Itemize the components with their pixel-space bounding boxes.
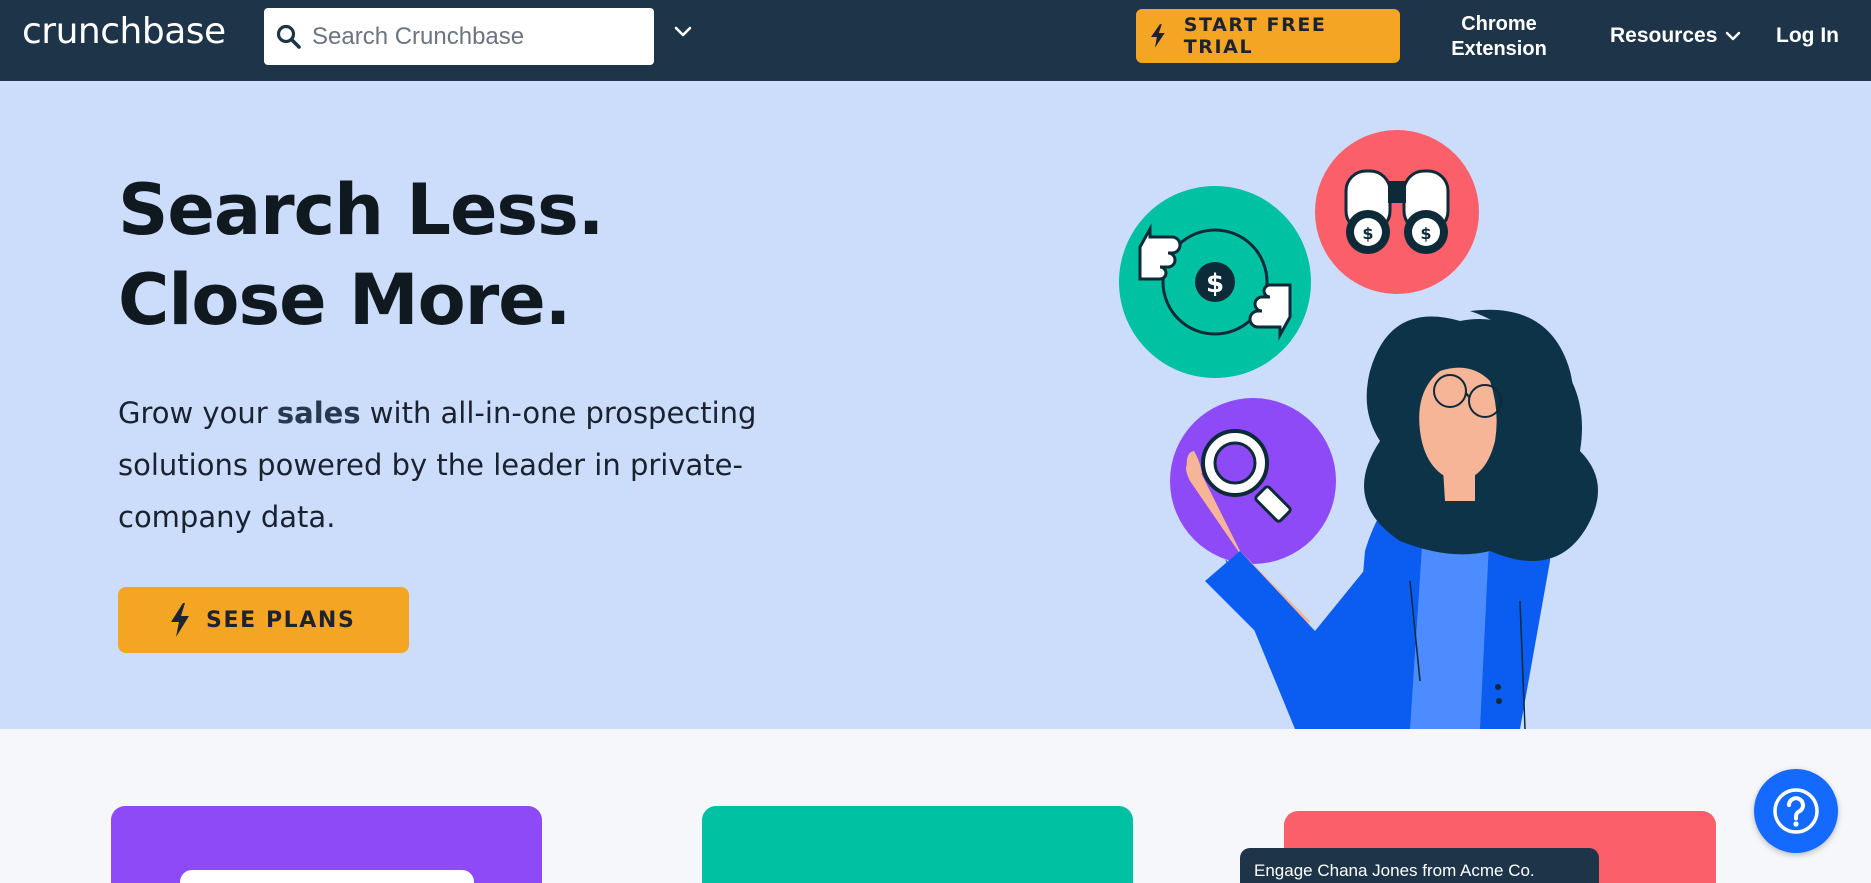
chrome-extension-link[interactable]: Chrome Extension — [1440, 12, 1558, 62]
resources-menu[interactable]: Resources — [1610, 24, 1741, 48]
chrome-extension-line1: Chrome — [1461, 13, 1537, 35]
search-input[interactable] — [312, 8, 642, 65]
binoculars-icon: $ $ — [1315, 130, 1479, 294]
start-free-trial-button[interactable]: START FREE TRIAL — [1136, 9, 1400, 63]
subtitle-emphasis: sales — [276, 396, 361, 430]
feature-card-teal — [702, 806, 1133, 883]
chrome-extension-line2: Extension — [1451, 38, 1547, 60]
hero-headline: Search Less. Close More. — [118, 165, 604, 345]
see-plans-label: SEE PLANS — [206, 607, 356, 633]
chevron-down-icon — [1726, 31, 1741, 41]
hero-subtitle: Grow your sales with all-in-one prospect… — [118, 387, 858, 543]
chevron-down-icon[interactable] — [674, 26, 692, 38]
top-navigation: crunchbase START FREE TRIAL Chrome Exten… — [0, 0, 1871, 81]
subtitle-start: Grow your — [118, 396, 277, 430]
resources-label: Resources — [1610, 24, 1718, 47]
hero-illustration: $ $ $ — [1119, 130, 1598, 729]
crunchbase-logo[interactable]: crunchbase — [22, 10, 226, 54]
lightning-icon — [1150, 24, 1165, 48]
log-in-link[interactable]: Log In — [1776, 24, 1839, 48]
search-icon — [276, 24, 301, 49]
engage-message: Engage Chana Jones from Acme Co. — [1240, 848, 1599, 883]
headline-line2: Close More. — [118, 259, 571, 341]
search-box[interactable] — [264, 8, 654, 65]
see-plans-button[interactable]: SEE PLANS — [118, 587, 409, 653]
help-icon — [1773, 788, 1819, 834]
thumbs-icon: $ — [1119, 186, 1311, 378]
help-button[interactable] — [1754, 769, 1838, 853]
lightning-icon — [171, 603, 189, 637]
card-inner-panel — [180, 870, 474, 883]
feature-card-purple — [111, 806, 542, 883]
svg-text:$: $ — [1206, 269, 1224, 299]
hero-section: Search Less. Close More. Grow your sales… — [0, 81, 1871, 729]
headline-line1: Search Less. — [118, 169, 604, 251]
svg-text:$: $ — [1420, 224, 1431, 243]
start-free-trial-label: START FREE TRIAL — [1183, 14, 1327, 58]
svg-text:$: $ — [1362, 224, 1373, 243]
